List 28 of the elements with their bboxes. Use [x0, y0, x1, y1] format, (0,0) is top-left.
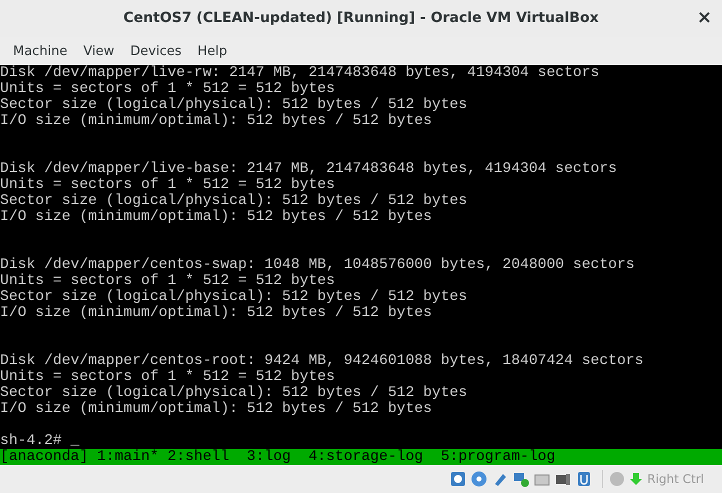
terminal-line: Disk /dev/mapper/live-base: 2147 MB, 2147483648 bytes, 4194304 sectors	[0, 161, 617, 177]
terminal-line: I/O size (minimum/optimal): 512 bytes / 512 bytes	[0, 305, 432, 321]
menu-item[interactable]: Machine	[6, 42, 74, 61]
terminal-line: Disk /dev/mapper/centos-root: 9424 MB, 9424601088 bytes, 18407424 sectors	[0, 353, 644, 369]
window-title: CentOS7 (CLEAN-updated) [Running] - Oracle VM VirtualBox	[123, 9, 599, 28]
terminal-line: Disk /dev/mapper/centos-swap: 1048 MB, 1048576000 bytes, 2048000 sectors	[0, 257, 635, 273]
terminal-line: Sector size (logical/physical): 512 bytes / 512 bytes	[0, 193, 468, 209]
terminal-line: I/O size (minimum/optimal): 512 bytes / 512 bytes	[0, 401, 432, 417]
menu-item[interactable]: Devices	[123, 42, 189, 61]
terminal-line: I/O size (minimum/optimal): 512 bytes / 512 bytes	[0, 209, 432, 225]
terminal-line: Units = sectors of 1 * 512 = 512 bytes	[0, 273, 335, 289]
terminal-line: I/O size (minimum/optimal): 512 bytes / 512 bytes	[0, 113, 432, 129]
close-button[interactable]: ×	[696, 8, 712, 28]
terminal-line: Disk /dev/mapper/live-rw: 2147 MB, 2147483648 bytes, 4194304 sectors	[0, 65, 600, 81]
terminal-line: Units = sectors of 1 * 512 = 512 bytes	[0, 369, 335, 385]
terminal-line: Sector size (logical/physical): 512 bytes / 512 bytes	[0, 97, 468, 113]
host-key-label: Right Ctrl	[647, 471, 704, 488]
shell-prompt: sh-4.2# _	[0, 433, 80, 449]
terminal-line: Units = sectors of 1 * 512 = 512 bytes	[0, 81, 335, 97]
tmux-status-bar: [anaconda] 1:main* 2:shell 3:log 4:storage-log 5:program-log	[0, 449, 722, 465]
menu-item[interactable]: View	[76, 42, 122, 61]
menu-item[interactable]: Help	[190, 42, 234, 61]
terminal-line: Sector size (logical/physical): 512 bytes / 512 bytes	[0, 385, 468, 401]
optical-disc-icon[interactable]	[470, 470, 488, 488]
network-icon[interactable]	[512, 470, 530, 488]
download-arrow-icon	[628, 471, 644, 487]
terminal-line: Units = sectors of 1 * 512 = 512 bytes	[0, 177, 335, 193]
terminal-line: Sector size (logical/physical): 512 bytes / 512 bytes	[0, 289, 468, 305]
